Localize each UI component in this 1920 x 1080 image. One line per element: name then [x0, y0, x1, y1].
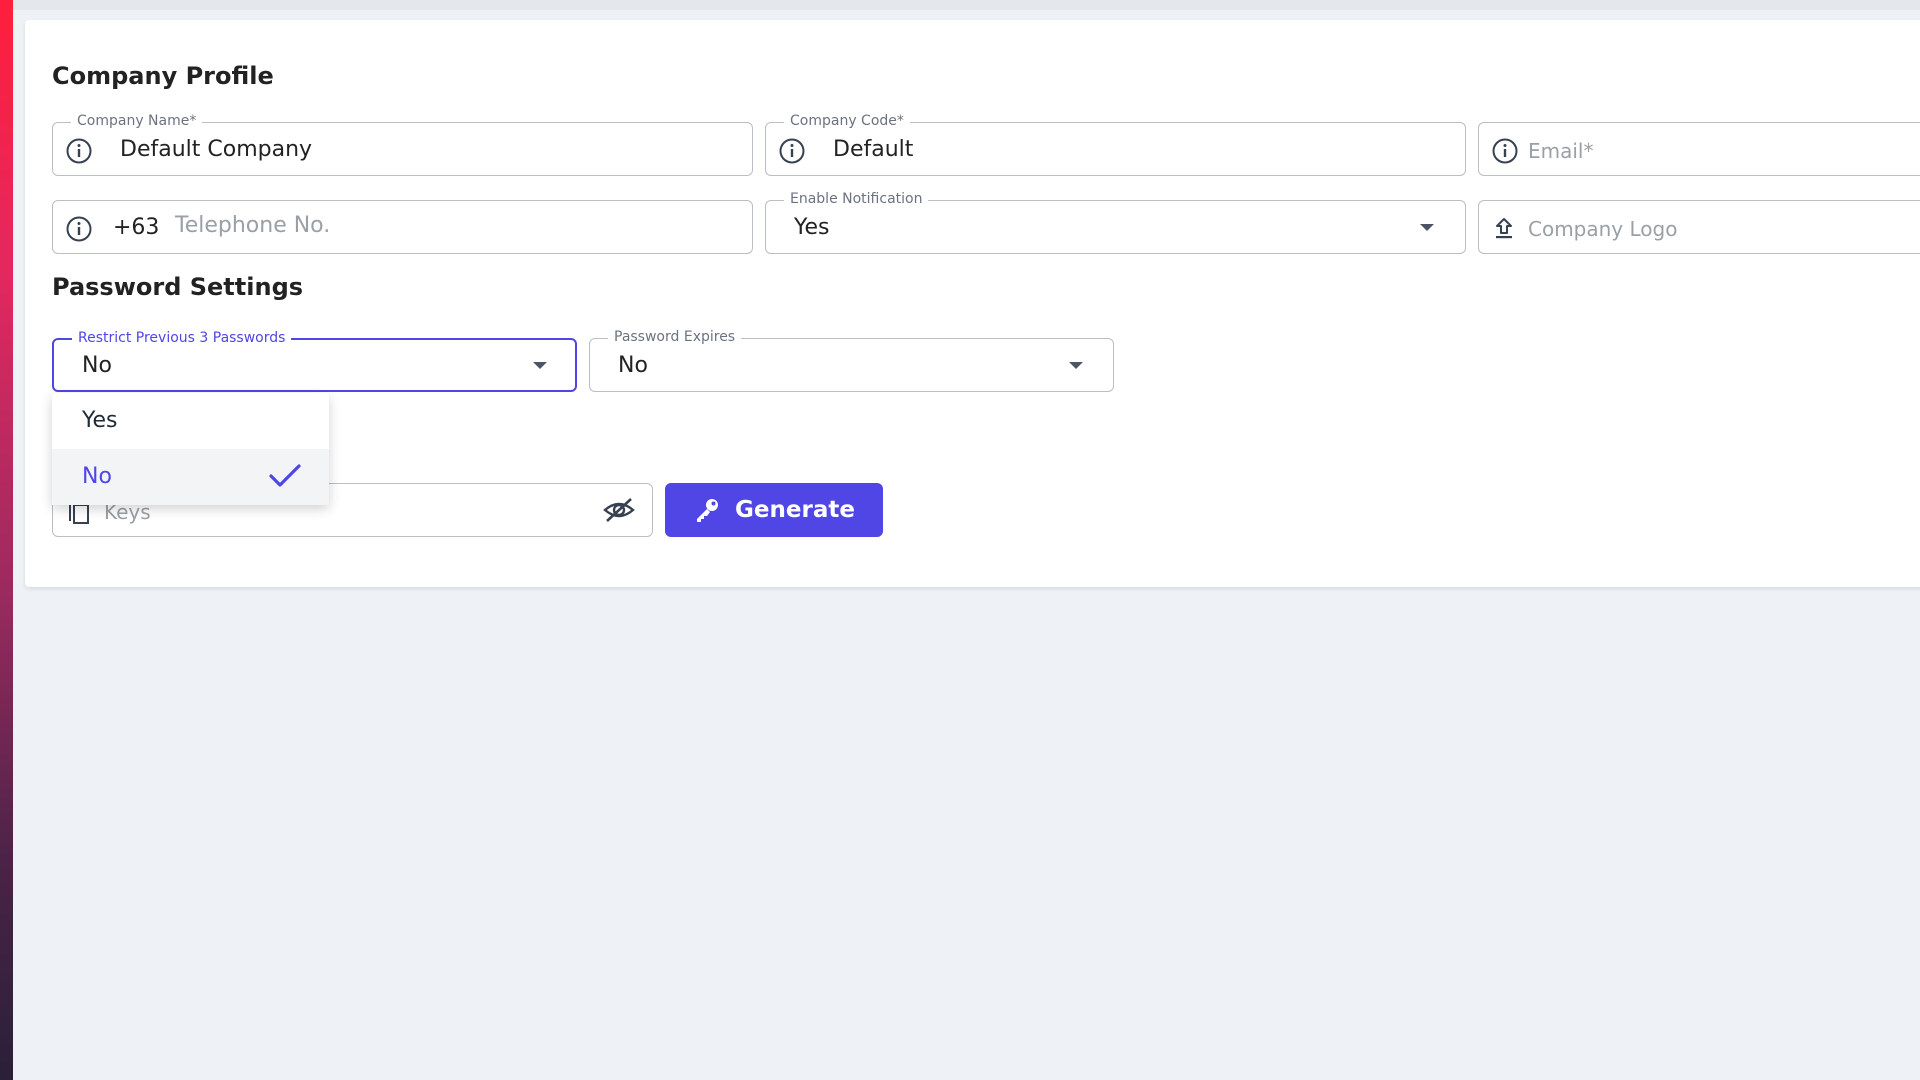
info-icon[interactable]	[778, 137, 806, 165]
eye-off-icon[interactable]	[602, 496, 636, 524]
enable-notification-label: Enable Notification	[784, 190, 929, 208]
company-code-field[interactable]: Company Code* Default	[765, 112, 1466, 176]
password-expires-select[interactable]: Password Expires No	[589, 328, 1114, 392]
restrict-previous-passwords-label: Restrict Previous 3 Passwords	[72, 329, 292, 347]
company-code-label: Company Code*	[784, 112, 910, 130]
info-icon[interactable]	[65, 137, 93, 165]
restrict-previous-passwords-value: No	[82, 353, 112, 378]
window-edge-gradient	[0, 0, 13, 1080]
checkmark-icon	[268, 463, 302, 489]
enable-notification-select[interactable]: Enable Notification Yes	[765, 190, 1466, 254]
enable-notification-value: Yes	[794, 215, 830, 240]
password-expires-label: Password Expires	[608, 328, 742, 346]
dropdown-option-yes[interactable]: Yes	[52, 393, 329, 449]
company-name-field[interactable]: Company Name* Default Company	[52, 112, 753, 176]
chevron-down-icon[interactable]	[533, 362, 547, 369]
email-placeholder: Email*	[1528, 139, 1594, 163]
info-icon[interactable]	[65, 215, 93, 243]
chevron-down-icon[interactable]	[1069, 362, 1083, 369]
company-name-value: Default Company	[120, 137, 313, 162]
generate-button-label: Generate	[735, 497, 855, 523]
dropdown-option-label: No	[82, 464, 112, 489]
restrict-passwords-dropdown-menu: Yes No	[52, 393, 329, 505]
telephone-field[interactable]: +63 Telephone No.	[52, 200, 753, 254]
generate-button[interactable]: Generate	[665, 483, 883, 537]
company-profile-title: Company Profile	[52, 62, 274, 90]
top-bar	[13, 0, 1920, 10]
company-logo-upload[interactable]: Company Logo	[1478, 200, 1920, 254]
password-settings-title: Password Settings	[52, 273, 304, 301]
company-code-value: Default	[833, 137, 914, 162]
email-field[interactable]: Email*	[1478, 122, 1920, 176]
restrict-previous-passwords-select[interactable]: Restrict Previous 3 Passwords No	[52, 329, 577, 392]
telephone-placeholder: Telephone No.	[175, 213, 331, 238]
company-name-label: Company Name*	[71, 112, 203, 130]
key-icon	[693, 496, 721, 524]
info-icon[interactable]	[1491, 137, 1519, 165]
dropdown-option-no[interactable]: No	[52, 449, 329, 505]
password-expires-value: No	[618, 353, 648, 378]
company-logo-placeholder: Company Logo	[1528, 217, 1678, 241]
country-code-prefix: +63	[113, 215, 160, 240]
upload-icon[interactable]	[1491, 215, 1517, 241]
chevron-down-icon[interactable]	[1420, 224, 1434, 231]
